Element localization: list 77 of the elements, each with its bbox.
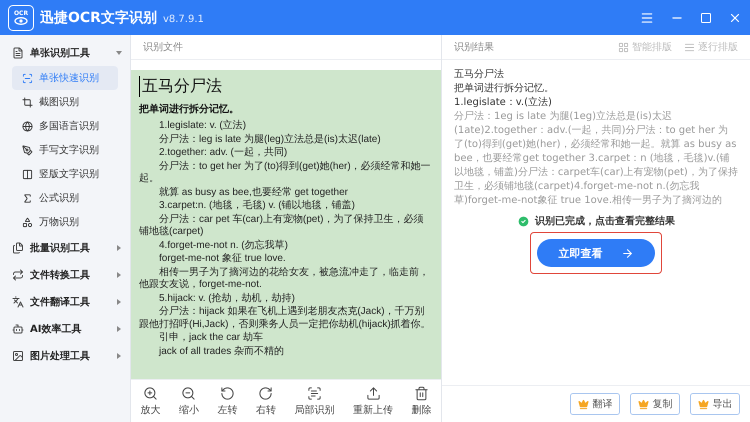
panel-title: 识别文件	[143, 40, 184, 54]
app-version: v8.7.9.1	[162, 14, 204, 24]
document-line: 1.legislate: v. (立法)	[158, 120, 248, 132]
app-name: 迅捷OCR文字识别	[40, 8, 157, 26]
crown-icon	[698, 398, 708, 410]
maximize-icon[interactable]	[700, 12, 712, 24]
group-icon	[12, 296, 24, 308]
group-icon	[12, 242, 24, 254]
document-title: 五马分尸法	[139, 76, 433, 97]
document-line: 引申，jack the car 劫车	[158, 332, 264, 344]
action-button[interactable]: 翻译	[570, 393, 620, 415]
document-line: 4.forget-me-not n. (勿忘我草)	[158, 240, 289, 252]
result-text: 把单词进行拆分记忆。	[454, 82, 555, 96]
grid-icon	[618, 42, 629, 52]
tool-icon	[307, 386, 322, 400]
item-icon	[22, 168, 33, 180]
tool-icon	[220, 386, 235, 400]
sidebar-group[interactable]: 图片处理工具	[0, 342, 130, 369]
crown-icon	[578, 398, 588, 410]
sidebar-group[interactable]: 单张识别工具	[0, 39, 130, 66]
check-icon	[517, 214, 530, 228]
sidebar-item[interactable]: 手写文字识别	[12, 138, 118, 162]
panel-title: 识别结果	[454, 40, 495, 54]
document-line: 5.hijack: v. (抢劫，劫机，劫持)	[158, 292, 296, 305]
tool-icon	[366, 386, 381, 400]
item-icon	[22, 192, 33, 204]
document-line: 分尸法：hijack 如果在飞机上遇到老朋友杰克(Jack)，千万别跟他打招呼(Hi,Jack)，否则乘务人员一定把你劫机(hijack)抓着你。	[139, 306, 432, 331]
sidebar-item[interactable]: 万物识别	[12, 210, 118, 234]
action-button[interactable]: 复制	[630, 393, 680, 415]
toolbar-button[interactable]: 放大	[140, 386, 160, 416]
toolbar-button[interactable]: 左转	[217, 386, 238, 416]
item-icon	[22, 144, 33, 156]
toolbar-button[interactable]: 缩小	[178, 386, 199, 416]
crown-icon	[638, 398, 648, 410]
group-icon	[12, 268, 24, 280]
toolbar-button[interactable]: 右转	[256, 386, 276, 416]
sidebar-item[interactable]: 截图识别	[12, 90, 118, 114]
document-line: 相传一男子为了摘河边的花给女友，被急流冲走了，临走前，他跟女友说，forget-me-not.	[139, 266, 430, 292]
document-line: 分尸法：car pet 车(car)上有宠物(pet)，为了保持卫生，必须铺地毯(carpet)	[139, 214, 424, 238]
toolbar-button[interactable]: 重新上传	[353, 386, 394, 416]
document-heading: 把单词进行拆分记忆。	[139, 102, 240, 116]
document-line: 2.together: adv. (一起，共同)	[158, 147, 288, 160]
tool-icon	[258, 386, 274, 400]
item-icon	[22, 216, 33, 228]
action-button[interactable]: 导出	[690, 393, 740, 415]
view-now-button[interactable]: 立即查看	[537, 239, 655, 267]
sidebar-group[interactable]: AI效率工具	[0, 315, 130, 342]
status-message: 识别已完成，点击查看完整结果	[535, 214, 675, 228]
sidebar-group[interactable]: 批量识别工具	[0, 234, 130, 261]
group-icon	[12, 322, 24, 334]
result-text: 1.legislate：v.(立法)	[454, 96, 553, 110]
tool-icon	[414, 386, 430, 400]
toolbar-button[interactable]: 局部识别	[294, 386, 335, 416]
document-line: forget-me-not 象征 true love.	[158, 253, 287, 266]
group-icon	[12, 46, 24, 58]
result-text: 五马分尸法	[454, 68, 505, 82]
document-line: 就算 as busy as bee,也要经常 get together	[158, 186, 349, 199]
tool-icon	[181, 386, 196, 400]
group-icon	[12, 350, 24, 362]
sidebar-item[interactable]: 公式识别	[12, 186, 118, 210]
sidebar-item[interactable]: 竖版文字识别	[12, 162, 118, 186]
sidebar-item[interactable]: 多国语言识别	[12, 114, 118, 138]
document-line: jack of all trades 杂而不精的	[158, 346, 286, 358]
document-line: 3.carpet:n. (地毯，毛毯) v. (铺以地毯，铺盖)	[158, 200, 356, 212]
toolbar-button[interactable]: 删除	[412, 386, 432, 416]
document-line: 分尸法：to get her 为了(to)得到(get)她(her)，必须经常和她一起。	[139, 160, 432, 186]
item-icon	[22, 120, 33, 132]
result-text: 分尸法：1eg is late 为腿(1eg)立法总是(is)太迟(1ate)2.together：adv.(一起，共同)分尸法：to get her 为了(to)得到(get)她(her)，必须经常和她一起。就算 as busy as bee，也要经常get together 3.carpet：n (地毯，毛毯)v.(铺以地毯，铺盖)分尸法：carpet车(car)上有宠物(pet)，为了保持卫生，必须铺地毯(carpet)4.forget-me-not n.(勿忘我草)forget-me-not象征 true 1ove.相传一男子为了摘河边的	[454, 110, 738, 208]
item-icon	[22, 96, 33, 108]
document-line: 分尸法：leg is late 为腿(leg)立法总是(is)太迟(late)	[158, 134, 382, 146]
lines-icon	[684, 42, 695, 52]
tool-icon	[142, 386, 158, 400]
sidebar-group[interactable]: 文件翻译工具	[0, 288, 130, 315]
item-icon	[22, 72, 33, 84]
menu-icon[interactable]	[640, 10, 654, 24]
sidebar-group[interactable]: 文件转换工具	[0, 261, 130, 288]
arrow-right-icon	[620, 246, 634, 260]
